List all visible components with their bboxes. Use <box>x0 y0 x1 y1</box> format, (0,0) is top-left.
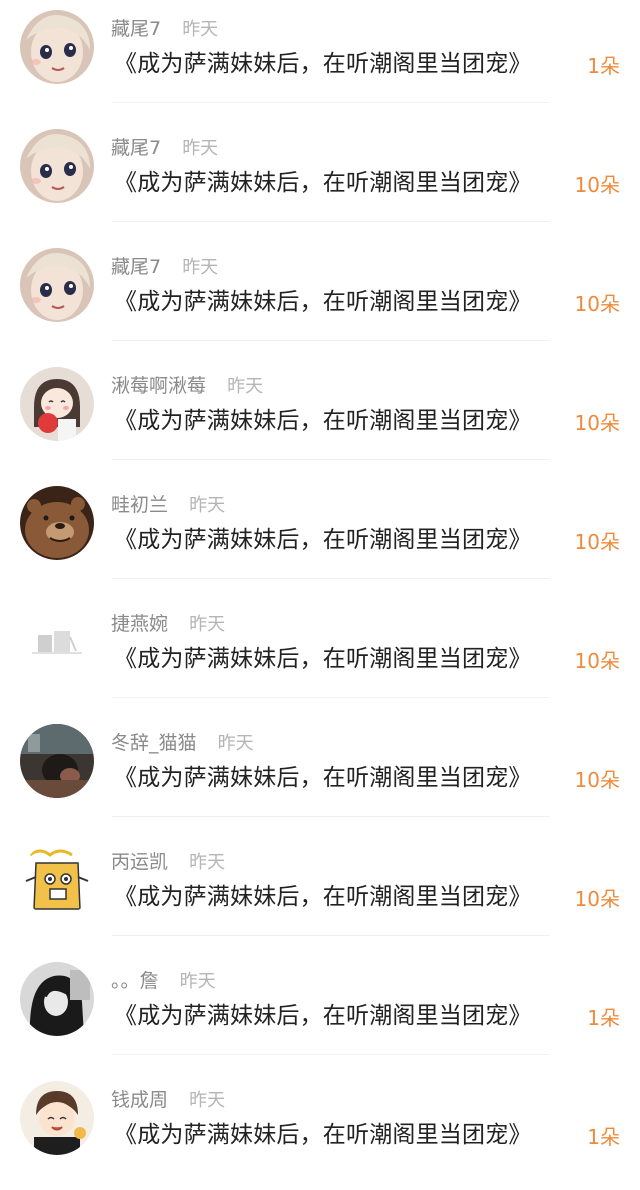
avatar[interactable] <box>20 724 94 798</box>
username[interactable]: 藏尾7 <box>111 133 161 160</box>
divider <box>112 459 550 460</box>
avatar[interactable] <box>20 367 94 441</box>
anime-girl-avatar-icon <box>20 129 94 203</box>
divider <box>112 816 550 817</box>
timestamp: 昨天 <box>189 613 226 635</box>
book-title[interactable]: 《成为萨满妹妹后，在听潮阁里当团宠》 <box>114 639 532 673</box>
username[interactable]: 湫莓啊湫莓 <box>111 371 206 398</box>
divider <box>112 340 550 341</box>
username[interactable]: 捷燕婉 <box>111 609 168 636</box>
book-title[interactable]: 《成为萨满妹妹后，在听潮阁里当团宠》 <box>114 996 532 1030</box>
avatar[interactable] <box>20 843 94 917</box>
gift-count: 1朵 <box>587 1125 620 1149</box>
avatar[interactable] <box>20 962 94 1036</box>
brown-bear-avatar-icon <box>20 486 94 560</box>
cartoon-boy-avatar-icon <box>20 1081 94 1155</box>
username[interactable]: 冬辞_猫猫 <box>111 728 197 755</box>
book-title[interactable]: 《成为萨满妹妹后，在听潮阁里当团宠》 <box>114 163 532 197</box>
cartoon-girl-apple-avatar-icon <box>20 367 94 441</box>
timestamp: 昨天 <box>217 732 254 754</box>
avatar[interactable] <box>20 248 94 322</box>
username[interactable]: 藏尾7 <box>111 14 161 41</box>
book-title[interactable]: 《成为萨满妹妹后，在听潮阁里当团宠》 <box>114 282 532 316</box>
avatar[interactable] <box>20 1081 94 1155</box>
list-item[interactable]: 藏尾7 昨天 《成为萨满妹妹后，在听潮阁里当团宠》 10朵 <box>0 238 640 357</box>
book-title[interactable]: 《成为萨满妹妹后，在听潮阁里当团宠》 <box>114 1115 532 1149</box>
timestamp: 昨天 <box>182 256 219 278</box>
gift-count: 10朵 <box>574 649 620 673</box>
gift-count: 10朵 <box>574 887 620 911</box>
divider <box>112 221 550 222</box>
username[interactable]: 畦初兰 <box>111 490 168 517</box>
list-item[interactable]: 冬辞_猫猫 昨天 《成为萨满妹妹后，在听潮阁里当团宠》 10朵 <box>0 714 640 833</box>
anime-girl-avatar-icon <box>20 10 94 84</box>
divider <box>112 578 550 579</box>
list-item[interactable]: 藏尾7 昨天 《成为萨满妹妹后，在听潮阁里当团宠》 1朵 <box>0 0 640 119</box>
timestamp: 昨天 <box>189 1089 226 1111</box>
book-title[interactable]: 《成为萨满妹妹后，在听潮阁里当团宠》 <box>114 401 532 435</box>
gift-count: 10朵 <box>574 292 620 316</box>
avatar[interactable] <box>20 10 94 84</box>
cartoon-toast-avatar-icon <box>20 843 94 917</box>
username[interactable]: 钱成周 <box>111 1085 168 1112</box>
list-item[interactable]: 捷燕婉 昨天 《成为萨满妹妹后，在听潮阁里当团宠》 10朵 <box>0 595 640 714</box>
gift-count: 10朵 <box>574 530 620 554</box>
timestamp: 昨天 <box>227 375 264 397</box>
list-item[interactable]: 湫莓啊湫莓 昨天 《成为萨满妹妹后，在听潮阁里当团宠》 10朵 <box>0 357 640 476</box>
gift-count: 10朵 <box>574 411 620 435</box>
book-title[interactable]: 《成为萨满妹妹后，在听潮阁里当团宠》 <box>114 520 532 554</box>
timestamp: 昨天 <box>189 851 226 873</box>
gift-count: 10朵 <box>574 768 620 792</box>
gift-count: 1朵 <box>587 1006 620 1030</box>
divider <box>112 697 550 698</box>
book-title[interactable]: 《成为萨满妹妹后，在听潮阁里当团宠》 <box>114 44 532 78</box>
list-item[interactable]: 藏尾7 昨天 《成为萨满妹妹后，在听潮阁里当团宠》 10朵 <box>0 119 640 238</box>
avatar[interactable] <box>20 129 94 203</box>
timestamp: 昨天 <box>182 18 219 40</box>
divider <box>112 102 550 103</box>
gift-count: 1朵 <box>587 54 620 78</box>
divider <box>112 935 550 936</box>
username[interactable]: 丙运凯 <box>111 847 168 874</box>
avatar[interactable] <box>20 605 94 679</box>
avatar[interactable] <box>20 486 94 560</box>
list-item[interactable]: 钱成周 昨天 《成为萨满妹妹后，在听潮阁里当团宠》 1朵 <box>0 1071 640 1190</box>
anime-girl-avatar-icon <box>20 248 94 322</box>
list-item[interactable]: 丙运凯 昨天 《成为萨满妹妹后，在听潮阁里当团宠》 10朵 <box>0 833 640 952</box>
faded-scenery-avatar-icon <box>20 605 94 679</box>
book-title[interactable]: 《成为萨满妹妹后，在听潮阁里当团宠》 <box>114 877 532 911</box>
bw-portrait-avatar-icon <box>20 962 94 1036</box>
timestamp: 昨天 <box>189 494 226 516</box>
timestamp: 昨天 <box>179 970 216 992</box>
book-title[interactable]: 《成为萨满妹妹后，在听潮阁里当团宠》 <box>114 758 532 792</box>
dark-photo-avatar-icon <box>20 724 94 798</box>
divider <box>112 1054 550 1055</box>
gift-record-list: 藏尾7 昨天 《成为萨满妹妹后，在听潮阁里当团宠》 1朵 藏尾7 昨天 《成为萨… <box>0 0 640 1155</box>
username[interactable]: 。。詹 <box>111 966 159 993</box>
gift-count: 10朵 <box>574 173 620 197</box>
list-item[interactable]: 畦初兰 昨天 《成为萨满妹妹后，在听潮阁里当团宠》 10朵 <box>0 476 640 595</box>
username[interactable]: 藏尾7 <box>111 252 161 279</box>
list-item[interactable]: 。。詹 昨天 《成为萨满妹妹后，在听潮阁里当团宠》 1朵 <box>0 952 640 1071</box>
timestamp: 昨天 <box>182 137 219 159</box>
